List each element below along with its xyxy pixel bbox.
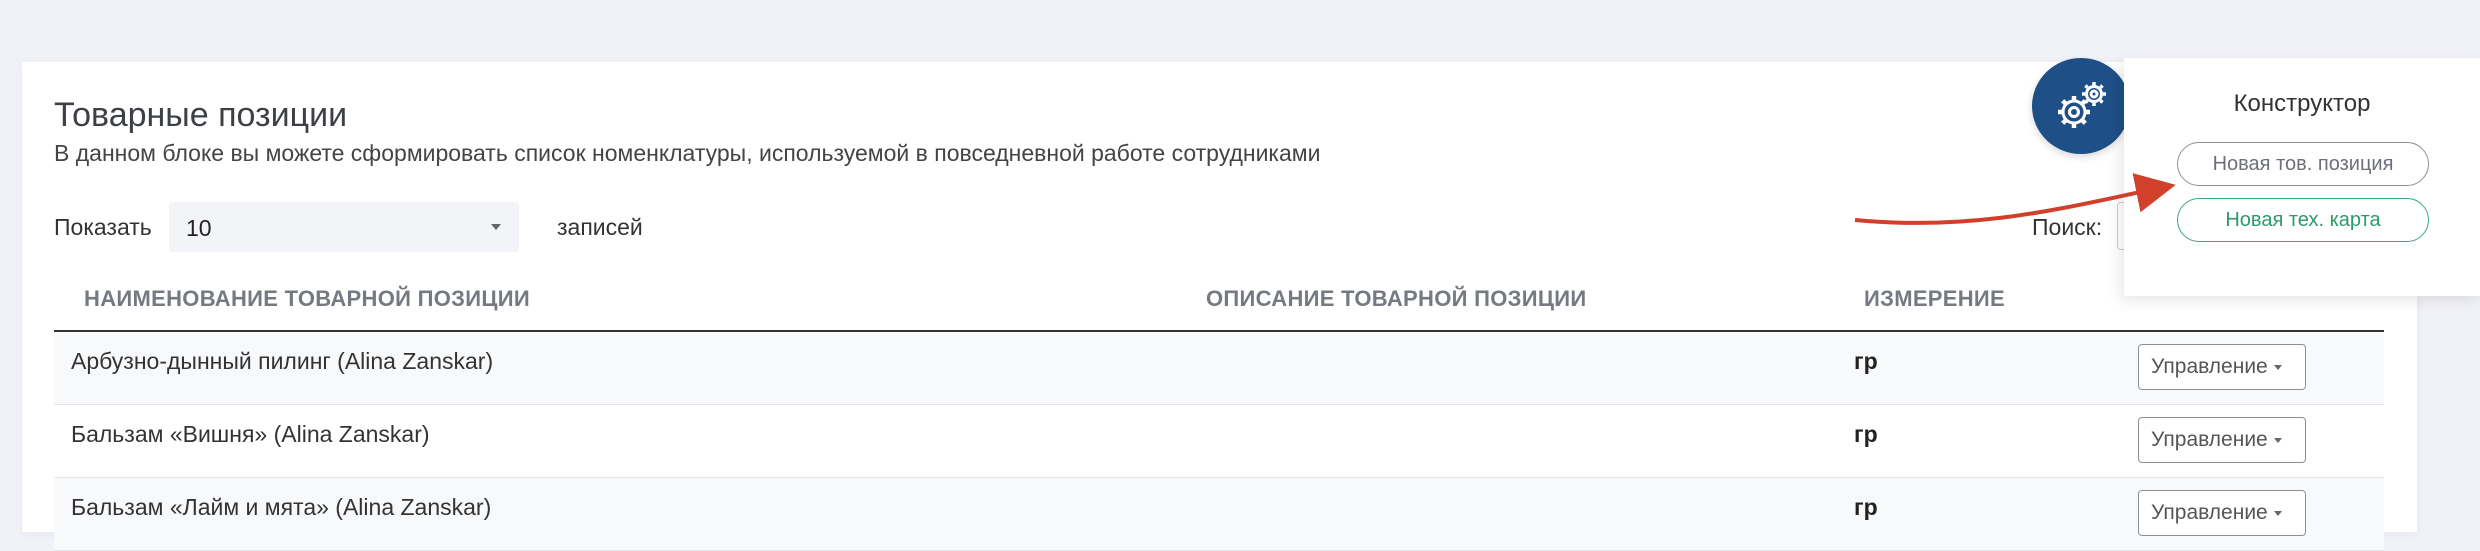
page-size-select[interactable]: 10 <box>169 202 519 252</box>
column-header-name[interactable]: Наименование товарной позиции <box>84 286 530 312</box>
manage-button[interactable]: Управление <box>2138 417 2306 463</box>
table-header: Наименование товарной позиции Описание т… <box>54 262 2384 332</box>
manage-button-label: Управление <box>2151 501 2268 524</box>
show-label: Показать <box>54 214 152 240</box>
column-header-unit[interactable]: Измерение <box>1864 286 2005 312</box>
caret-down-icon <box>2273 437 2282 443</box>
manage-button-label: Управление <box>2151 428 2268 451</box>
table-row: Арбузно-дынный пилинг (Alina Zanskar) гр… <box>54 332 2384 405</box>
cell-name: Бальзам «Вишня» (Alina Zanskar) <box>71 421 430 447</box>
caret-down-icon <box>2273 510 2282 516</box>
search-label: Поиск: <box>2032 214 2103 240</box>
items-table: Наименование товарной позиции Описание т… <box>54 262 2384 551</box>
manage-button[interactable]: Управление <box>2138 344 2306 390</box>
page-subtitle: В данном блоке вы можете сформировать сп… <box>54 140 1321 166</box>
chevron-down-icon <box>491 224 501 230</box>
page-size-control: Показать 10 записей <box>54 202 654 252</box>
manage-button[interactable]: Управление <box>2138 490 2306 536</box>
gears-icon <box>2058 82 2106 128</box>
constructor-toggle-button[interactable] <box>2032 58 2130 154</box>
cell-unit: гр <box>1854 494 1878 520</box>
table-row: Бальзам «Вишня» (Alina Zanskar) гр Управ… <box>54 405 2384 478</box>
page-size-value: 10 <box>186 215 212 241</box>
cell-name: Бальзам «Лайм и мята» (Alina Zanskar) <box>71 494 492 520</box>
constructor-title: Конструктор <box>2233 90 2371 117</box>
show-suffix: записей <box>557 214 643 240</box>
column-header-description[interactable]: Описание товарной позиции <box>1206 286 1586 312</box>
cell-name: Арбузно-дынный пилинг (Alina Zanskar) <box>71 348 494 374</box>
cell-unit: гр <box>1854 348 1878 374</box>
new-techcard-button[interactable]: Новая тех. карта <box>2177 198 2429 242</box>
table-row: Бальзам «Лайм и мята» (Alina Zanskar) гр… <box>54 478 2384 551</box>
caret-down-icon <box>2273 364 2282 370</box>
constructor-panel: Конструктор Новая тов. позиция Новая тех… <box>2124 58 2480 296</box>
cell-unit: гр <box>1854 421 1878 447</box>
manage-button-label: Управление <box>2151 355 2268 378</box>
page-title: Товарные позиции <box>54 96 348 134</box>
new-item-button[interactable]: Новая тов. позиция <box>2177 142 2429 186</box>
